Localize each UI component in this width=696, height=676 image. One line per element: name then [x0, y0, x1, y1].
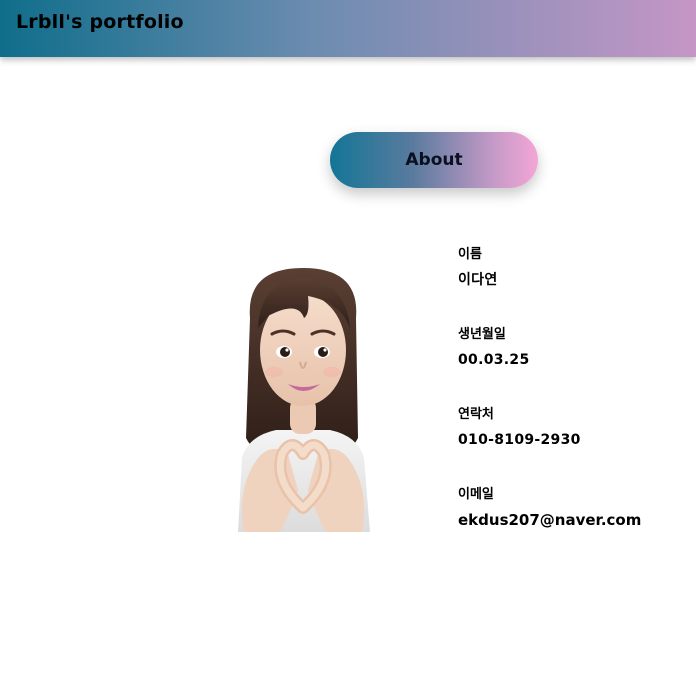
about-section-title: About: [330, 132, 538, 188]
about-title-text: About: [405, 150, 463, 170]
info-value: 00.03.25: [458, 352, 530, 368]
info-item-name: 이름 이다연: [458, 246, 498, 289]
avatar-illustration: [228, 258, 378, 532]
info-label: 생년월일: [458, 327, 506, 342]
info-label: 연락처: [458, 407, 494, 422]
info-item-email: 이메일 ekdus207@naver.com: [458, 486, 641, 529]
info-value: 이다연: [458, 272, 498, 288]
info-item-birthdate: 생년월일 00.03.25: [458, 326, 529, 369]
top-navbar: Lrbll's portfolio: [0, 0, 696, 57]
info-label: 이름: [458, 247, 482, 262]
info-value: ekdus207@naver.com: [458, 511, 642, 529]
info-item-contact: 연락처 010-8109-2930: [458, 406, 581, 449]
site-title-link[interactable]: Lrbll's portfolio: [16, 11, 184, 33]
info-value: 010-8109-2930: [458, 432, 581, 448]
info-label: 이메일: [458, 487, 494, 502]
